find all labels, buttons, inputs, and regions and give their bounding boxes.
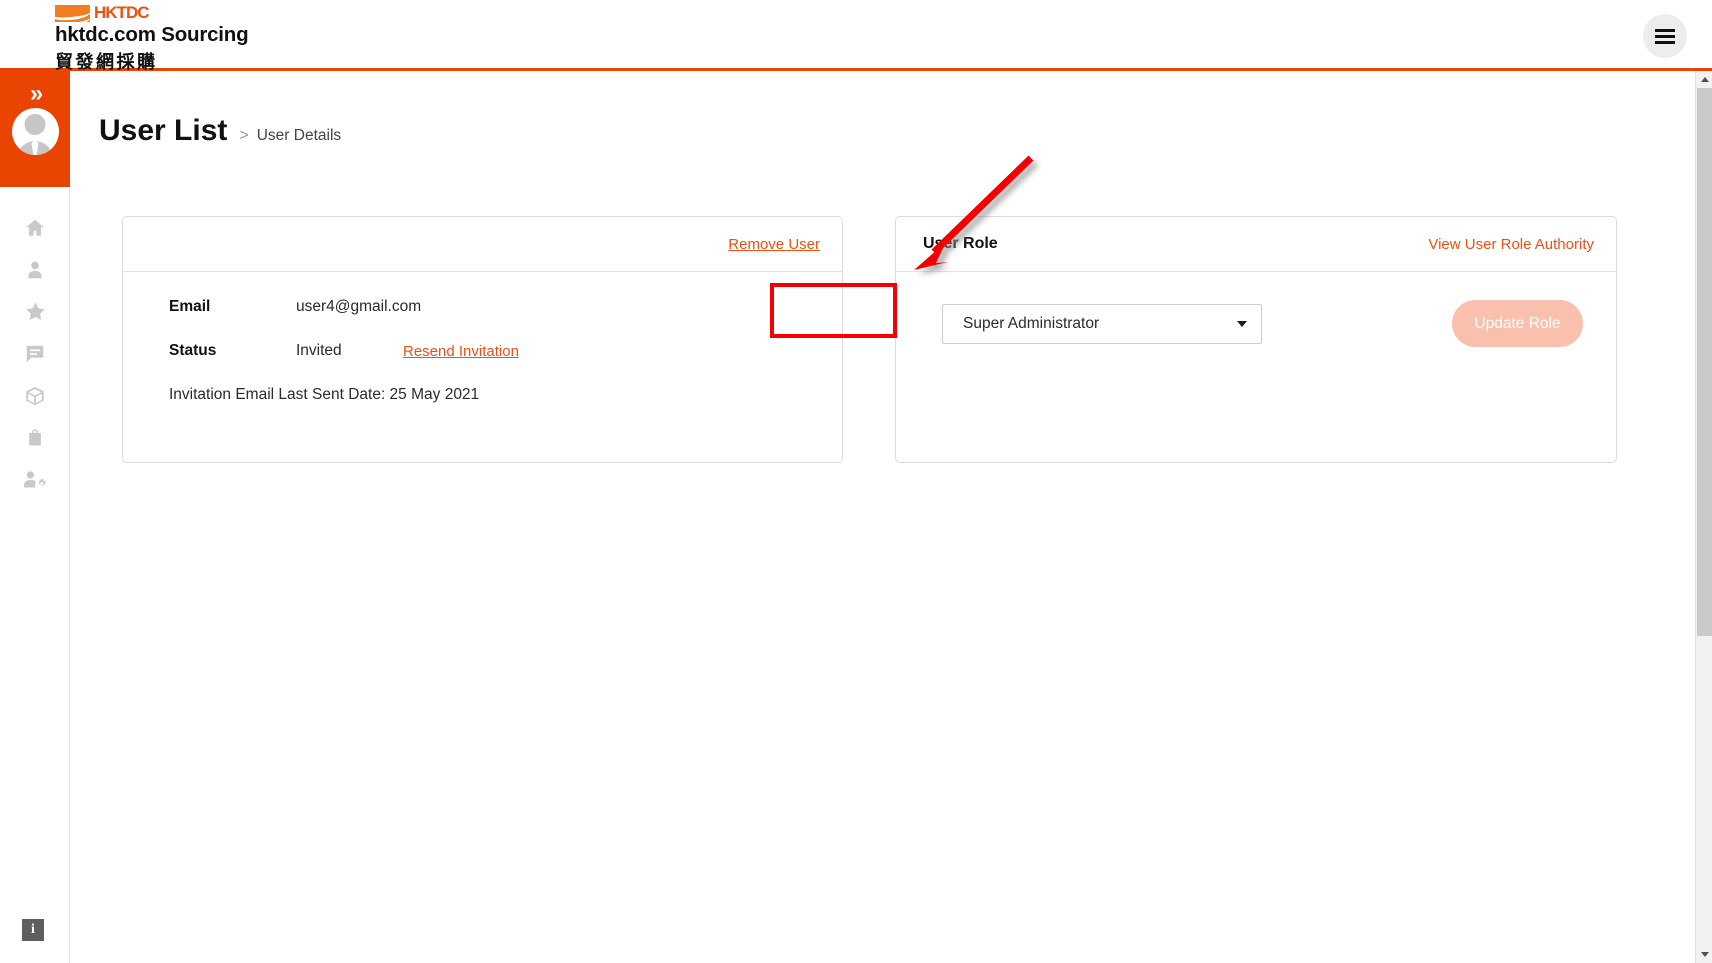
- status-value: Invited: [296, 342, 342, 359]
- brand-title: hktdc.com Sourcing: [55, 23, 249, 46]
- double-chevron-right-icon[interactable]: »: [30, 82, 43, 106]
- view-user-role-authority-link[interactable]: View User Role Authority: [1428, 236, 1594, 253]
- info-icon[interactable]: i: [22, 919, 44, 941]
- scrollbar-thumb[interactable]: [1697, 88, 1712, 636]
- status-label: Status: [169, 342, 217, 359]
- email-row: Email user4@gmail.com: [169, 298, 842, 316]
- main-content: User List > User Details Remove User Ema…: [70, 71, 1695, 963]
- hamburger-line: [1655, 40, 1675, 44]
- brand-subtitle: 貿發網採購: [55, 52, 158, 73]
- breadcrumb: User List > User Details: [70, 71, 1695, 148]
- cards-row: Remove User Email user4@gmail.com Status…: [70, 148, 1695, 463]
- sidebar-item-user-management[interactable]: [0, 461, 70, 503]
- resend-invitation-link[interactable]: Resend Invitation: [403, 343, 519, 360]
- status-row: Status Invited Resend Invitation: [169, 342, 842, 360]
- role-select[interactable]: Super Administrator: [942, 303, 1262, 344]
- user-settings-icon: [23, 469, 47, 496]
- user-details-card-header: Remove User: [123, 217, 842, 272]
- chat-icon: [24, 343, 46, 370]
- brand-logo-word: HKTDC: [94, 3, 149, 22]
- sidebar-item-profile[interactable]: [0, 251, 70, 293]
- email-label: Email: [169, 298, 211, 315]
- person-icon: [24, 259, 46, 286]
- user-details-body: Email user4@gmail.com Status Invited Res…: [123, 272, 842, 404]
- email-value: user4@gmail.com: [296, 298, 422, 315]
- scroll-down-wrap: [1696, 946, 1712, 963]
- user-avatar-icon[interactable]: [11, 108, 59, 155]
- hktdc-logo-icon: [55, 4, 90, 22]
- home-icon: [24, 217, 46, 244]
- hamburger-menu-icon[interactable]: [1643, 14, 1687, 58]
- sidebar-item-home[interactable]: [0, 209, 70, 251]
- top-header-bar: HKTDC hktdc.com Sourcing 貿發網採購: [0, 0, 1712, 74]
- scroll-up-icon[interactable]: [1696, 71, 1712, 88]
- brand-logo[interactable]: HKTDC hktdc.com Sourcing 貿發網採購: [55, 3, 249, 74]
- page-title[interactable]: User List: [99, 114, 227, 148]
- invitation-last-sent-note: Invitation Email Last Sent Date: 25 May …: [169, 386, 480, 403]
- brand-logo-row: HKTDC: [55, 3, 248, 22]
- shopping-bag-icon: [25, 427, 45, 454]
- star-icon: [24, 300, 47, 328]
- left-sidebar: » i: [0, 71, 70, 963]
- box-icon: [24, 385, 46, 412]
- user-details-card: Remove User Email user4@gmail.com Status…: [122, 216, 843, 463]
- sidebar-item-products[interactable]: [0, 377, 70, 419]
- role-select-value: Super Administrator: [963, 314, 1100, 332]
- remove-user-link[interactable]: Remove User: [728, 236, 820, 253]
- user-role-title: User Role: [923, 235, 998, 252]
- sidebar-nav-list: [0, 187, 69, 503]
- avatar-head: [24, 114, 46, 135]
- sidebar-item-orders[interactable]: [0, 419, 70, 461]
- user-role-card-header: User Role View User Role Authority: [896, 217, 1616, 272]
- sidebar-expand-toggle[interactable]: »: [0, 71, 70, 187]
- user-role-card: User Role View User Role Authority Super…: [895, 216, 1617, 463]
- sidebar-item-favourites[interactable]: [0, 293, 70, 335]
- sidebar-item-messages[interactable]: [0, 335, 70, 377]
- scroll-down-icon[interactable]: [1696, 946, 1712, 963]
- hamburger-line: [1655, 34, 1675, 38]
- vertical-scrollbar[interactable]: [1695, 71, 1712, 963]
- breadcrumb-separator: >: [239, 127, 249, 144]
- chevron-down-icon: [1237, 320, 1247, 327]
- breadcrumb-current: User Details: [256, 127, 342, 144]
- update-role-button[interactable]: Update Role: [1452, 300, 1583, 347]
- user-role-body: Super Administrator Update Role: [896, 272, 1616, 347]
- hamburger-line: [1655, 28, 1675, 32]
